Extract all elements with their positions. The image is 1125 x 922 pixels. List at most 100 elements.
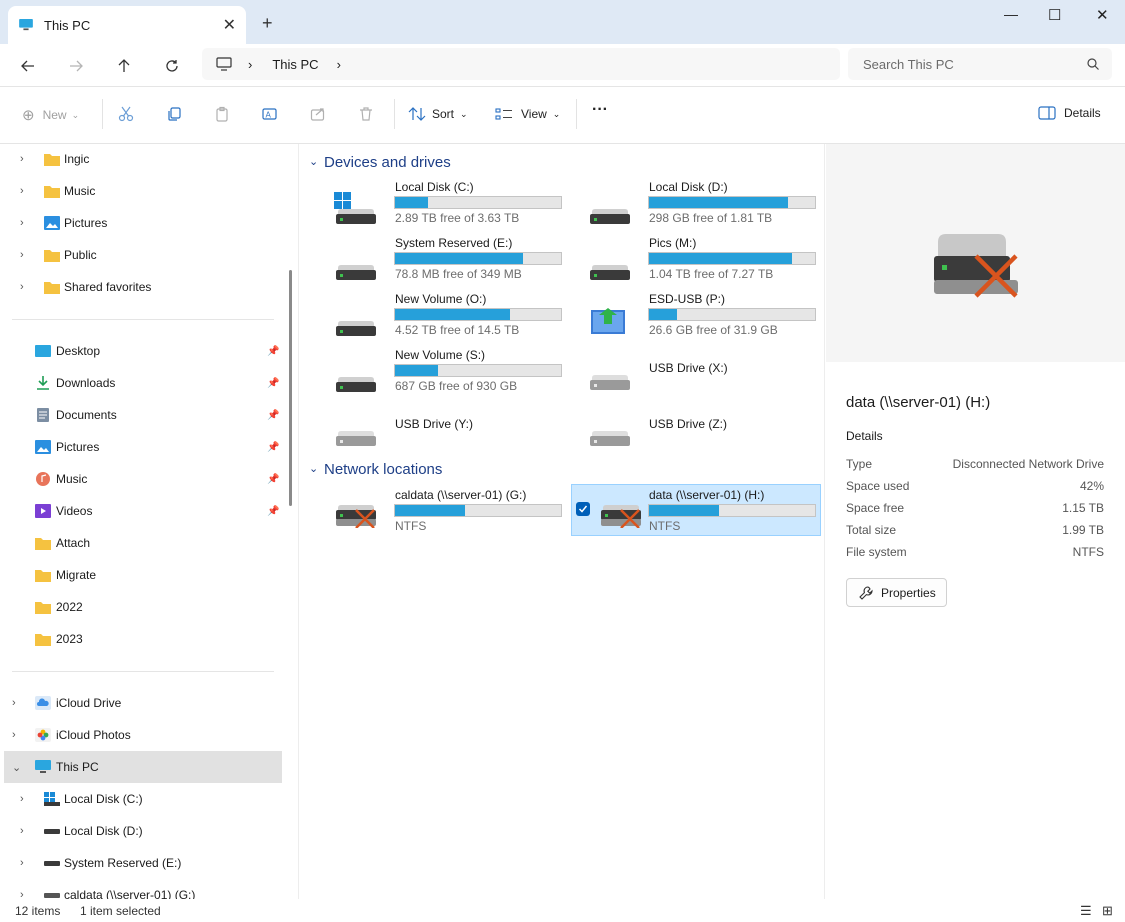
sidebar-item-downloads[interactable]: Downloads 📌 <box>0 368 284 398</box>
drive-tile[interactable]: USB Drive (Z:) <box>554 400 824 452</box>
refresh-icon[interactable] <box>162 56 182 76</box>
chevron-down-icon[interactable]: ⌄ <box>309 462 318 475</box>
minimize-button[interactable]: — <box>1004 6 1018 22</box>
drive-tile[interactable]: New Volume (S:) 687 GB free of 930 GB <box>300 344 570 396</box>
sidebar-item-migrate[interactable]: Migrate <box>0 560 284 590</box>
share-button[interactable] <box>310 106 326 122</box>
chevron-right-icon[interactable]: › <box>20 153 24 165</box>
sidebar-item-caldata[interactable]: › caldata (\\server-01) (G:) <box>0 880 284 899</box>
delete-button[interactable] <box>358 106 374 122</box>
network-drive-tile-selected[interactable]: data (\\server-01) (H:) NTFS <box>571 484 821 536</box>
details-divider[interactable] <box>824 144 825 899</box>
usage-bar-fill <box>395 309 510 320</box>
view-button[interactable]: View ⌄ <box>495 106 560 122</box>
tiles-view-icon[interactable]: ⊞ <box>1102 903 1113 919</box>
pin-icon[interactable]: 📌 <box>267 378 279 389</box>
copy-button[interactable] <box>166 106 182 122</box>
drive-icon <box>336 265 376 280</box>
chevron-right-icon[interactable]: › <box>20 281 24 293</box>
tab-this-pc[interactable]: This PC ✕ <box>8 6 246 44</box>
sidebar-item-pictures-quick[interactable]: Pictures 📌 <box>0 432 284 462</box>
chevron-right-icon[interactable]: › <box>20 825 24 837</box>
sidebar-scrollbar[interactable] <box>289 270 292 506</box>
more-options-button[interactable]: ··· <box>592 101 608 119</box>
chevron-right-icon[interactable]: › <box>20 857 24 869</box>
properties-button[interactable]: Properties <box>846 578 947 607</box>
drive-tile[interactable]: New Volume (O:) 4.52 TB free of 14.5 TB <box>300 288 570 340</box>
chevron-right-icon[interactable]: › <box>20 217 24 229</box>
drive-tile[interactable]: Pics (M:) 1.04 TB free of 7.27 TB <box>554 232 824 284</box>
chevron-right-icon[interactable]: › <box>337 57 341 72</box>
maximize-button[interactable]: ☐ <box>1048 6 1061 24</box>
tab-close-icon[interactable]: ✕ <box>223 15 236 35</box>
pin-icon[interactable]: 📌 <box>267 474 279 485</box>
drive-icon <box>336 321 376 336</box>
chevron-right-icon[interactable]: › <box>12 729 16 741</box>
properties-label: Properties <box>881 585 936 600</box>
pin-icon[interactable]: 📌 <box>267 410 279 421</box>
sidebar-item-local-disk-d[interactable]: › Local Disk (D:) <box>0 816 284 846</box>
sort-button[interactable]: Sort ⌄ <box>408 106 468 122</box>
rename-button[interactable]: A <box>262 106 278 122</box>
chevron-right-icon[interactable]: › <box>20 793 24 805</box>
sidebar-item-this-pc[interactable]: ⌄ This PC <box>4 751 282 783</box>
chevron-right-icon: › <box>248 56 253 72</box>
pin-icon[interactable]: 📌 <box>267 442 279 453</box>
sidebar-item-desktop[interactable]: Desktop 📌 <box>0 336 284 366</box>
sidebar-item-music-quick[interactable]: Music 📌 <box>0 464 284 494</box>
sidebar-item-videos[interactable]: Videos 📌 <box>0 496 284 526</box>
close-button[interactable]: ✕ <box>1096 6 1109 24</box>
details-view-icon[interactable]: ☰ <box>1080 903 1092 919</box>
sidebar-item-public[interactable]: › Public <box>0 240 284 270</box>
address-bar[interactable]: › This PC › <box>202 48 840 80</box>
usage-bar-fill <box>395 197 429 208</box>
forward-arrow-icon[interactable] <box>66 56 86 76</box>
drive-tile[interactable]: Local Disk (D:) 298 GB free of 1.81 TB <box>554 176 824 228</box>
search-input[interactable]: Search This PC <box>848 48 1112 80</box>
chevron-right-icon[interactable]: › <box>20 249 24 261</box>
details-pane-button[interactable]: Details <box>1038 106 1101 120</box>
drive-tile[interactable]: USB Drive (X:) <box>554 344 824 396</box>
new-tab-button[interactable]: + <box>262 13 273 34</box>
drive-tile[interactable]: Local Disk (C:) 2.89 TB free of 3.63 TB <box>300 176 570 228</box>
sidebar-item-pictures[interactable]: › Pictures <box>0 208 284 238</box>
breadcrumb-this-pc[interactable]: This PC <box>272 57 318 72</box>
sidebar-item-ingic[interactable]: › Ingic <box>0 144 284 174</box>
drive-tile[interactable]: ESD-USB (P:) 26.6 GB free of 31.9 GB <box>554 288 824 340</box>
chevron-down-icon[interactable]: ⌄ <box>12 761 21 774</box>
chevron-right-icon[interactable]: › <box>20 889 24 899</box>
sidebar-item-icloud-drive[interactable]: › iCloud Drive <box>0 688 284 718</box>
devices-group-header[interactable]: Devices and drives <box>324 154 451 171</box>
sidebar-item-2022[interactable]: 2022 <box>0 592 284 622</box>
selection-checkbox[interactable] <box>576 502 590 516</box>
network-drive-tile[interactable]: caldata (\\server-01) (G:) NTFS <box>300 484 570 536</box>
network-group-header[interactable]: Network locations <box>324 461 442 478</box>
sidebar-item-shared-favorites[interactable]: › Shared favorites <box>0 272 284 302</box>
up-arrow-icon[interactable] <box>114 56 134 76</box>
pin-icon[interactable]: 📌 <box>267 346 279 357</box>
cut-button[interactable] <box>118 106 134 122</box>
sidebar-item-system-reserved[interactable]: › System Reserved (E:) <box>0 848 284 878</box>
sidebar-item-music[interactable]: › Music <box>0 176 284 206</box>
details-pane: data (\\server-01) (H:) Details Type Disc… <box>826 144 1125 899</box>
drive-tile[interactable]: System Reserved (E:) 78.8 MB free of 349 … <box>300 232 570 284</box>
sidebar-item-2023[interactable]: 2023 <box>0 624 284 654</box>
usb-drive-icon <box>336 431 376 446</box>
sidebar-item-local-disk-c[interactable]: › Local Disk (C:) <box>0 784 284 814</box>
chevron-right-icon[interactable]: › <box>12 697 16 709</box>
pane-divider[interactable] <box>298 144 299 899</box>
back-arrow-icon[interactable] <box>18 56 38 76</box>
paste-button[interactable] <box>214 106 230 122</box>
new-button[interactable]: ⊕ New ⌄ <box>22 106 79 124</box>
folder-icon <box>35 570 51 582</box>
chevron-right-icon[interactable]: › <box>20 185 24 197</box>
folder-icon <box>35 538 51 550</box>
this-pc-icon <box>19 19 33 31</box>
pin-icon[interactable]: 📌 <box>267 506 279 517</box>
sidebar-item-documents[interactable]: Documents 📌 <box>0 400 284 430</box>
sidebar-item-attach[interactable]: Attach <box>0 528 284 558</box>
chevron-down-icon[interactable]: ⌄ <box>309 155 318 168</box>
sidebar-item-icloud-photos[interactable]: › iCloud Photos <box>0 720 284 750</box>
copy-icon <box>168 107 181 121</box>
drive-tile[interactable]: USB Drive (Y:) <box>300 400 570 452</box>
